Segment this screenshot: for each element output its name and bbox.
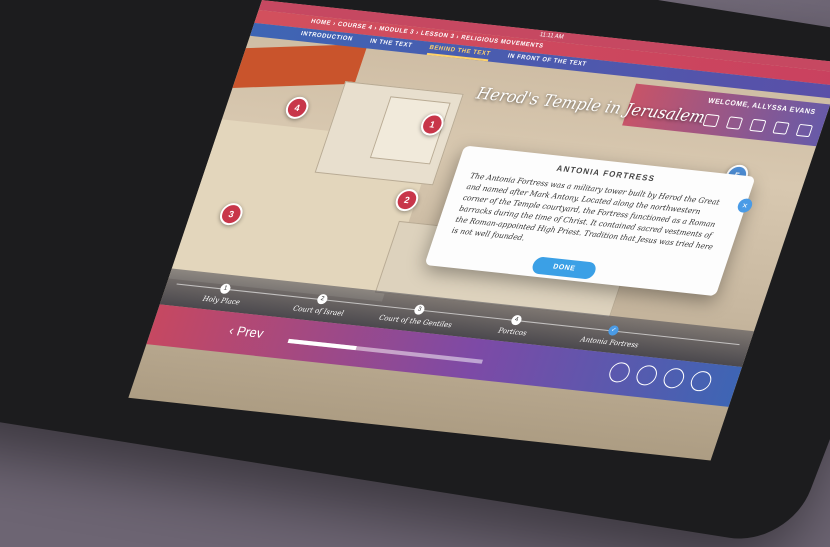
document-icon[interactable] — [725, 116, 744, 130]
timeline-label: Holy Place — [201, 294, 242, 307]
timeline-label: Porticos — [497, 326, 528, 338]
nav-icons — [606, 361, 715, 393]
timeline-dot: ✓ — [606, 325, 621, 337]
share-icon[interactable] — [772, 121, 790, 135]
timeline-label: Court of Israel — [291, 304, 345, 318]
prev-label: Prev — [234, 323, 266, 341]
tool-icons — [702, 113, 814, 138]
refresh-icon[interactable] — [633, 364, 660, 387]
timeline-point-court-of-the-gentiles[interactable]: 3 Court of the Gentiles — [375, 300, 460, 329]
timeline-label: Antonia Fortress — [579, 335, 640, 350]
done-button[interactable]: DONE — [530, 256, 598, 280]
people-icon[interactable] — [748, 118, 767, 133]
prev-button[interactable]: ‹ Prev — [227, 322, 266, 341]
timeline-point-antonia-fortress[interactable]: ✓ Antonia Fortress — [569, 321, 654, 350]
timeline-point-porticos[interactable]: 4 Porticos — [472, 311, 557, 340]
timeline-dot: 1 — [218, 283, 232, 295]
columns-icon[interactable] — [660, 367, 687, 390]
timeline-dot: 3 — [412, 304, 426, 316]
status-time: 11:11 AM — [538, 32, 565, 41]
timeline-label: Court of the Gentiles — [377, 313, 453, 330]
timeline-point-holy-place[interactable]: 1 Holy Place — [181, 280, 266, 309]
welcome-text: WELCOME, ALLYSSA EVANS — [706, 97, 817, 117]
book-icon[interactable] — [687, 370, 715, 393]
settings-icon[interactable] — [795, 123, 814, 138]
progress-bar — [287, 338, 484, 364]
timeline-dot: 2 — [315, 293, 329, 305]
timeline-dot: 4 — [509, 314, 523, 326]
progress-fill — [287, 338, 357, 351]
timeline-point-court-of-israel[interactable]: 2 Court of Israel — [278, 290, 363, 319]
location-icon[interactable] — [606, 361, 633, 384]
